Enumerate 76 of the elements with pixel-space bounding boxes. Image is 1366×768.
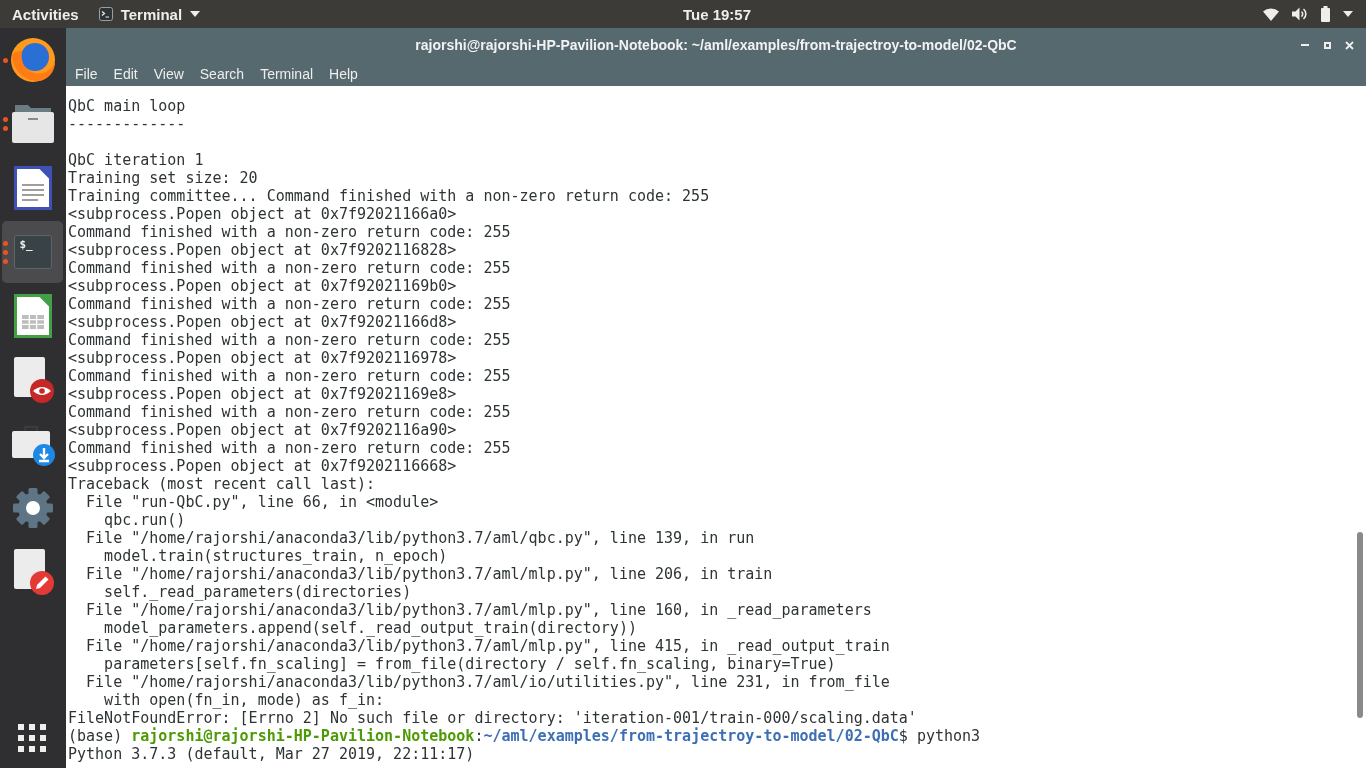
terminal-line: Command finished with a non-zero return code: 255 [68,439,511,457]
terminal-line: with open(fn_in, mode) as f_in: [103,691,385,709]
menu-item[interactable]: View [145,63,192,85]
terminal-line: FileNotFoundError: [Errno 2] No such file or directory: 'iteration-001/train-000/scaling.data' [68,709,917,727]
spreadsheet-icon [13,294,52,338]
prompt-user-host: rajorshi@rajorshi-HP-Pavilion-Notebook [131,727,475,745]
battery-icon[interactable] [1321,6,1330,22]
document-icon [13,166,52,210]
minimize-icon [1301,44,1309,46]
terminal-text: $ python3 [898,727,981,745]
terminal-line: Command finished with a non-zero return code: 255 [68,295,511,313]
dock-item[interactable]: $_ [2,221,63,283]
file-cabinet-icon [11,105,54,143]
scrollbar-thumb[interactable] [1357,532,1363,718]
globe-icon [10,38,55,82]
menu-item[interactable]: Help [321,63,366,85]
terminal-line: Command finished with a non-zero return code: 255 [68,223,511,241]
dot-icon [2,240,8,246]
terminal-line: Command finished with a non-zero return code: 255 [68,259,511,277]
window-title: rajorshi@rajorshi-HP-Pavilion-Notebook: ~/aml/examples/from-trajectroy-to-model/02-QbC [415,37,1017,53]
terminal-line: <subprocess.Popen object at 0x7f92021169b0> [68,277,457,295]
menu-item[interactable]: Search [191,63,253,85]
terminal-line: <subprocess.Popen object at 0x7f9202116978> [68,349,457,367]
terminal-line: ------------- [68,115,186,133]
terminal-line: <subprocess.Popen object at 0x7f9202116668> [68,457,457,475]
terminal-line: File "run-QbC.py", line 66, in <module> [85,493,439,511]
app-grid-icon[interactable] [18,724,46,752]
caret-icon [190,11,201,17]
caret-icon[interactable] [1343,11,1353,17]
terminal-icon: $_ [13,235,52,269]
settings-icon [12,488,53,528]
dot-icon [2,249,8,255]
terminal-line: File "/home/rajorshi/anaconda3/lib/python3.7/aml/mlp.py", line 160, in _read_parameters [85,601,872,619]
terminal-line: File "/home/rajorshi/anaconda3/lib/python3.7/aml/qbc.py", line 139, in run [85,529,755,547]
terminal-line: <subprocess.Popen object at 0x7f92021166a0> [68,205,457,223]
terminal-line: <subprocess.Popen object at 0x7f92021169e8> [68,385,457,403]
terminal-line: parameters[self.fn_scaling] = from_file(directory / self.fn_scaling, binary=True) [103,655,836,673]
terminal-line: model.train(structures_train, n_epoch) [103,547,448,565]
close-icon [1344,40,1354,50]
terminal-line: model_parameters.append(self._read_output_train(directory)) [103,619,637,637]
clock-button[interactable]: Tue 19:57 [682,2,752,26]
dot-icon [2,258,8,264]
terminal-line: QbC main loop [68,97,186,115]
menu-item[interactable]: Edit [105,63,146,85]
terminal-line: <subprocess.Popen object at 0x7f92021166d8> [68,313,457,331]
menu-item[interactable]: File [67,63,106,85]
terminal-line: Command finished with a non-zero return code: 255 [68,367,511,385]
terminal-line: File "/home/rajorshi/anaconda3/lib/python3.7/aml/mlp.py", line 415, in _read_output_train [85,637,890,655]
activities-button[interactable]: Activities [12,2,79,26]
prompt-path: ~/aml/examples/from-trajectroy-to-model/02-QbC [483,727,899,745]
pencil-document-icon [11,549,54,595]
terminal-text: (base) [68,727,124,745]
terminal-line: qbc.run() [103,511,186,529]
terminal-line: QbC iteration 1 [68,151,204,169]
eye-document-icon [11,357,54,403]
terminal-line: Python 3.7.3 (default, Mar 27 2019, 22:11:17) [68,745,475,763]
dot-icon [2,126,8,131]
terminal-line: <subprocess.Popen object at 0x7f9202116a90> [68,421,457,439]
terminal-line: File "/home/rajorshi/anaconda3/lib/python3.7/aml/io/utilities.py", line 231, in from_file [85,673,890,691]
dot-icon [2,117,8,122]
wifi-icon[interactable] [1263,7,1279,21]
volume-icon[interactable] [1292,7,1308,21]
terminal-line: Command finished with a non-zero return code: 255 [68,331,511,349]
terminal-line: Traceback (most recent call last): [68,475,376,493]
terminal-line: self._read_parameters(directories) [103,583,412,601]
menu-item[interactable]: Terminal [252,63,322,85]
terminal-line: <subprocess.Popen object at 0x7f9202116828> [68,241,457,259]
terminal-line: File "/home/rajorshi/anaconda3/lib/python3.7/aml/mlp.py", line 206, in train [85,565,773,583]
terminal-line: Command finished with a non-zero return code: 255 [68,403,511,421]
terminal-line: Training committee... Command finished with a non-zero return code: 255 [68,187,710,205]
terminal-text: : [474,727,484,745]
maximize-icon [1323,41,1331,49]
terminal-icon [98,7,113,21]
terminal-line: Training set size: 20 [68,169,258,187]
dot-icon [2,57,8,63]
app-menu[interactable]: Terminal [98,2,201,26]
